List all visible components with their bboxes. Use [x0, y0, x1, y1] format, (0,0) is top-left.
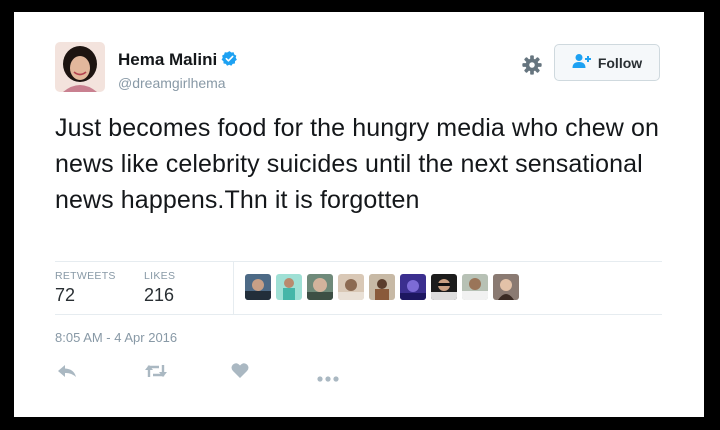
- liker-avatar[interactable]: [369, 274, 395, 300]
- likes-count: 216: [144, 285, 175, 305]
- liker-avatar[interactable]: [245, 274, 271, 300]
- author-name[interactable]: Hema Malini: [118, 50, 238, 72]
- add-user-icon: [572, 53, 592, 72]
- more-options-icon[interactable]: [317, 369, 339, 387]
- liker-avatar[interactable]: [307, 274, 333, 300]
- retweets-label: RETWEETS: [55, 270, 116, 282]
- gear-icon[interactable]: [521, 54, 543, 81]
- retweets-count: 72: [55, 285, 76, 305]
- tweet-text: Just becomes food for the hungry media w…: [55, 114, 659, 214]
- liker-avatar[interactable]: [338, 274, 364, 300]
- likes-label: LIKES: [144, 270, 176, 282]
- follow-button[interactable]: Follow: [554, 44, 660, 81]
- author-handle[interactable]: @dreamgirlhema: [118, 75, 226, 91]
- tweet-actions: [55, 362, 355, 384]
- like-heart-icon[interactable]: [231, 362, 249, 384]
- tweet-timestamp[interactable]: 8:05 AM - 4 Apr 2016: [55, 330, 177, 345]
- retweets-stat[interactable]: RETWEETS 72: [55, 270, 116, 306]
- liker-avatar[interactable]: [462, 274, 488, 300]
- stats-divider: [233, 262, 234, 314]
- liker-avatar[interactable]: [493, 274, 519, 300]
- likes-stat[interactable]: LIKES 216: [144, 270, 175, 306]
- retweet-icon[interactable]: [144, 362, 168, 385]
- tweet-stats: RETWEETS 72 LIKES 216: [55, 261, 662, 315]
- liker-avatar[interactable]: [400, 274, 426, 300]
- liker-avatars: [245, 274, 519, 300]
- verified-badge-icon: [221, 50, 238, 72]
- liker-avatar[interactable]: [431, 274, 457, 300]
- author-name-text: Hema Malini: [118, 50, 218, 69]
- profile-avatar[interactable]: [55, 42, 105, 92]
- reply-icon[interactable]: [57, 362, 77, 385]
- follow-button-label: Follow: [597, 54, 643, 71]
- liker-avatar[interactable]: [276, 274, 302, 300]
- tweet-card: Hema Malini @dreamgirlhema Follow Just b…: [14, 12, 704, 417]
